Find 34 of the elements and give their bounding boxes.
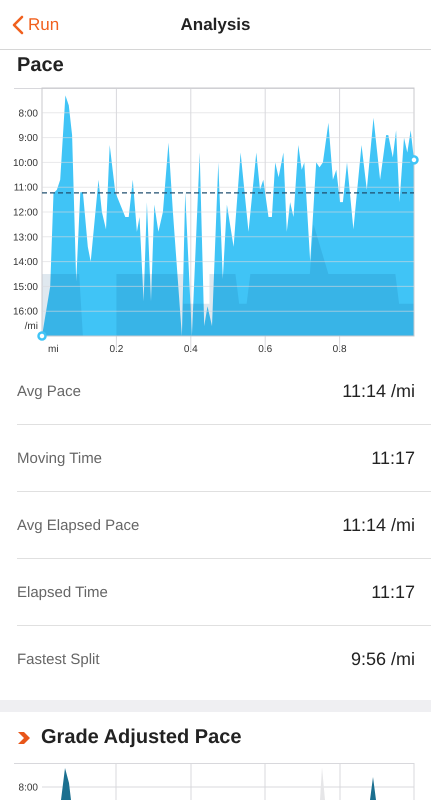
stat-label: Elapsed Time	[17, 584, 108, 600]
y-axis-label: 14:00	[12, 257, 38, 268]
y-axis-unit: /mi	[24, 321, 38, 332]
x-axis-unit: mi	[48, 344, 59, 355]
x-axis-label: 0.6	[258, 344, 272, 355]
stat-label: Fastest Split	[17, 651, 100, 668]
stat-value: 11:17	[371, 448, 415, 468]
y-axis-label: 12:00	[12, 208, 38, 218]
y-axis-label: 10:00	[12, 158, 38, 169]
stat-value: 11:17	[371, 582, 415, 602]
stat-label: Avg Elapsed Pace	[17, 516, 140, 534]
endpoint-marker	[409, 155, 419, 165]
stat-label: Moving Time	[17, 450, 102, 466]
screen-title: Analysis	[180, 14, 250, 34]
stat-value: 9:56 /mi	[350, 649, 415, 670]
endpoint-marker	[37, 331, 47, 341]
back-button[interactable]: Run	[0, 10, 60, 40]
y-axis-label: 8:00	[18, 108, 38, 120]
chevron-icon	[17, 730, 31, 744]
y-axis-label: 16:00	[12, 306, 38, 318]
y-axis-label: 11:00	[14, 182, 38, 194]
y-axis-label: 15:00	[12, 282, 38, 293]
chart-title: Pace	[17, 54, 64, 76]
y-axis-label: 13:00	[12, 232, 38, 244]
stat-label: Avg Pace	[17, 382, 81, 400]
stat-value: 11:14 /mi	[342, 514, 415, 536]
x-axis-label: 0.4	[184, 344, 198, 355]
y-axis-label: 8:00	[18, 782, 38, 794]
back-chevron-icon	[12, 14, 24, 34]
x-axis-label: 0.8	[332, 344, 347, 355]
stat-value: 11:14 /mi	[342, 380, 415, 402]
y-axis-label: 9:00	[18, 133, 38, 144]
chart-title: Grade Adjusted Pace	[41, 726, 242, 749]
x-axis-label: 0.2	[109, 344, 124, 355]
